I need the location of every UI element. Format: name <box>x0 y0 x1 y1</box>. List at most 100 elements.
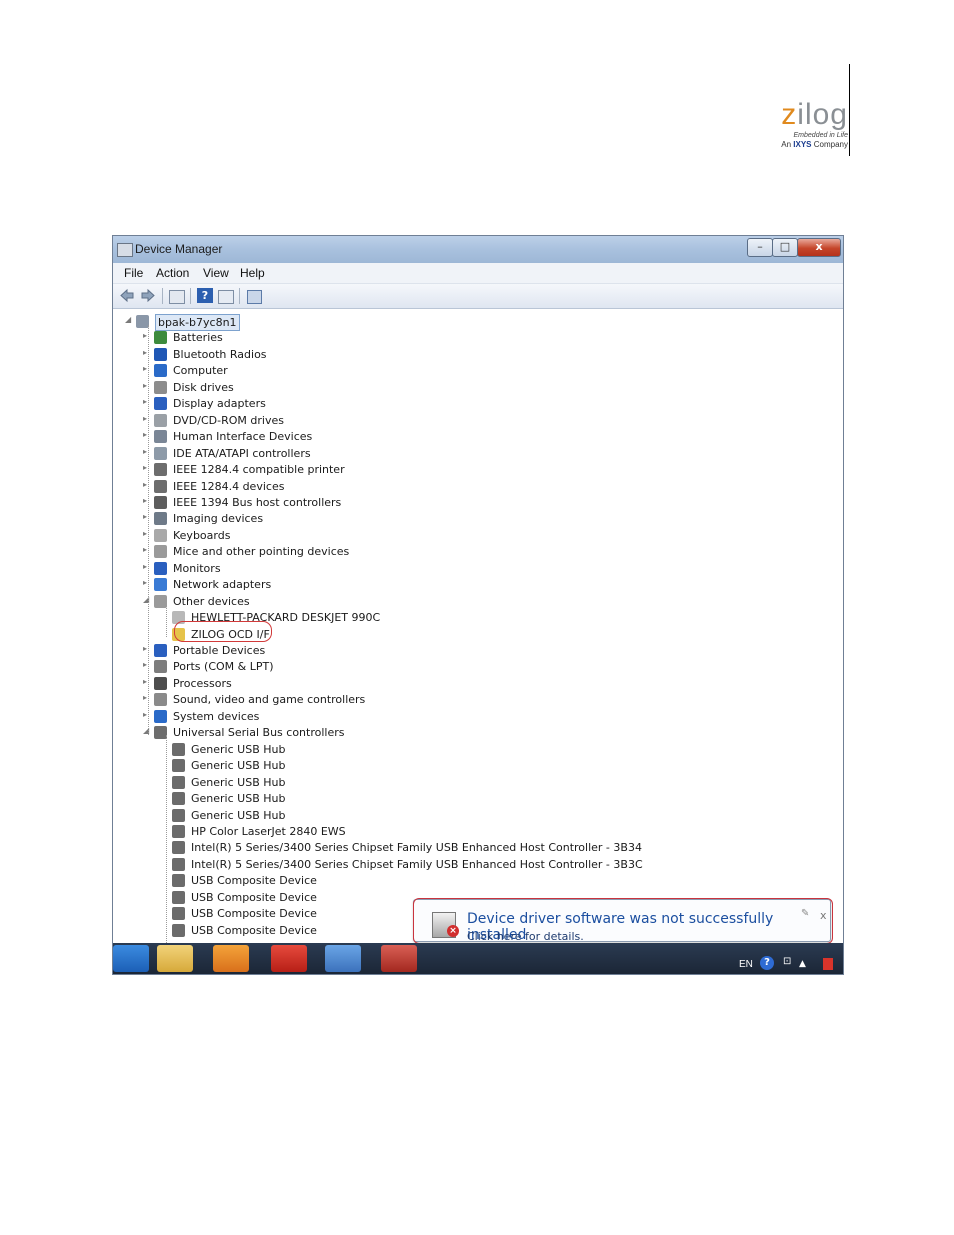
category-row[interactable]: ◢ Universal Serial Bus controllers <box>113 725 813 741</box>
category-row[interactable]: ▸ IEEE 1284.4 compatible printer <box>113 462 813 478</box>
toolbox-icon[interactable] <box>381 945 417 972</box>
forward-arrow-icon[interactable] <box>140 288 156 303</box>
tree-item-label: Imaging devices <box>173 512 264 526</box>
usb-device-row[interactable]: Generic USB Hub <box>113 791 813 807</box>
expand-arrow-icon[interactable]: ▸ <box>143 496 151 505</box>
tree-item-label: IDE ATA/ATAPI controllers <box>173 446 311 460</box>
category-row[interactable]: ▸ Keyboards <box>113 528 813 544</box>
category-row[interactable]: ▸ Computer <box>113 363 813 379</box>
category-row[interactable]: ▸ Mice and other pointing devices <box>113 544 813 560</box>
category-row[interactable]: ▸ Imaging devices <box>113 511 813 527</box>
category-row[interactable]: ▸ Batteries <box>113 330 813 346</box>
category-row[interactable]: ▸ Sound, video and game controllers <box>113 692 813 708</box>
close-button[interactable]: x <box>797 238 841 257</box>
back-arrow-icon[interactable] <box>119 288 135 303</box>
tree-item-label: Bluetooth Radios <box>173 347 267 361</box>
language-indicator[interactable]: EN <box>739 959 753 970</box>
tray-help-icon[interactable]: ? <box>760 956 774 970</box>
tree-item-label: USB Composite Device <box>191 923 317 937</box>
expand-arrow-icon[interactable]: ▸ <box>143 397 151 406</box>
usb-device-row[interactable]: Generic USB Hub <box>113 775 813 791</box>
category-row[interactable]: ▸ Portable Devices <box>113 643 813 659</box>
collapse-arrow-icon[interactable]: ◢ <box>143 595 151 604</box>
usb-device-row[interactable]: USB Composite Device <box>113 873 813 889</box>
outlook-icon[interactable] <box>213 945 249 972</box>
category-row[interactable]: ▸ DVD/CD-ROM drives <box>113 413 813 429</box>
usb-device-row[interactable]: Intel(R) 5 Series/3400 Series Chipset Fa… <box>113 857 813 873</box>
internet-explorer-icon[interactable] <box>113 945 149 972</box>
collapse-arrow-icon[interactable]: ◢ <box>143 726 151 735</box>
tray-arrow-icon[interactable]: ▲ <box>799 959 806 969</box>
usb-device-row[interactable]: HP Color LaserJet 2840 EWS <box>113 824 813 840</box>
category-row[interactable]: ▸ Processors <box>113 676 813 692</box>
category-row[interactable]: ▸ Bluetooth Radios <box>113 347 813 363</box>
expand-arrow-icon[interactable]: ▸ <box>143 644 151 653</box>
menu-help[interactable]: Help <box>240 266 265 280</box>
category-row[interactable]: ▸ Network adapters <box>113 577 813 593</box>
network-icon[interactable]: ⊡ <box>783 956 791 967</box>
expand-arrow-icon[interactable]: ▸ <box>143 562 151 571</box>
expand-arrow-icon[interactable]: ▸ <box>143 447 151 456</box>
expand-arrow-icon[interactable]: ▸ <box>143 430 151 439</box>
usb-device-row[interactable]: Generic USB Hub <box>113 742 813 758</box>
minimize-button[interactable]: – <box>747 238 773 257</box>
highlight-outline <box>413 898 833 944</box>
expand-arrow-icon[interactable]: ▸ <box>143 512 151 521</box>
tree-item-label: bpak-b7yc8n1 <box>155 314 240 331</box>
properties-icon[interactable] <box>169 290 185 304</box>
menu-view[interactable]: View <box>203 266 229 280</box>
expand-arrow-icon[interactable]: ▸ <box>143 677 151 686</box>
maximize-button[interactable]: □ <box>772 238 798 257</box>
expand-arrow-icon[interactable]: ▸ <box>143 660 151 669</box>
device-category-icon <box>154 413 167 427</box>
title-bar[interactable]: Device Manager – □ x <box>113 236 843 263</box>
category-row[interactable]: ▸ IEEE 1394 Bus host controllers <box>113 495 813 511</box>
tree-connector-line <box>148 325 149 735</box>
expand-arrow-icon[interactable]: ▸ <box>143 414 151 423</box>
expand-arrow-icon[interactable]: ▸ <box>143 693 151 702</box>
usb-device-row[interactable]: Intel(R) 5 Series/3400 Series Chipset Fa… <box>113 840 813 856</box>
device-manager-window: Device Manager – □ x File Action View He… <box>112 235 844 975</box>
menu-action[interactable]: Action <box>156 266 189 280</box>
expand-arrow-icon[interactable]: ▸ <box>143 364 151 373</box>
category-row[interactable]: ▸ Ports (COM & LPT) <box>113 659 813 675</box>
device-category-icon <box>172 808 185 822</box>
tree-root[interactable]: ◢ bpak-b7yc8n1 <box>113 314 813 331</box>
expand-arrow-icon[interactable]: ▸ <box>143 331 151 340</box>
category-row[interactable]: ▸ IEEE 1284.4 devices <box>113 479 813 495</box>
menu-file[interactable]: File <box>124 266 143 280</box>
expand-arrow-icon[interactable]: ▸ <box>143 710 151 719</box>
expand-arrow-icon[interactable]: ▸ <box>143 463 151 472</box>
expand-arrow-icon[interactable]: ▸ <box>143 578 151 587</box>
device-category-icon <box>154 430 167 444</box>
device-category-icon <box>154 709 167 723</box>
category-row[interactable]: ▸ Display adapters <box>113 396 813 412</box>
expand-arrow-icon[interactable]: ▸ <box>143 480 151 489</box>
collapse-arrow-icon[interactable]: ◢ <box>125 315 133 324</box>
help-icon[interactable]: ? <box>197 288 213 303</box>
category-row[interactable]: ▸ Human Interface Devices <box>113 429 813 445</box>
acrobat-icon[interactable] <box>271 945 307 972</box>
toolbar-separator <box>239 288 240 304</box>
usb-device-row[interactable]: Generic USB Hub <box>113 808 813 824</box>
category-row[interactable]: ▸ System devices <box>113 709 813 725</box>
view-icon[interactable] <box>218 290 234 304</box>
action-center-icon[interactable] <box>823 958 833 970</box>
window-title: Device Manager <box>135 242 223 256</box>
tree-item-label: USB Composite Device <box>191 890 317 904</box>
usb-device-row[interactable]: Generic USB Hub <box>113 758 813 774</box>
device-category-icon <box>154 463 167 477</box>
device-category-icon <box>154 561 167 575</box>
expand-arrow-icon[interactable]: ▸ <box>143 545 151 554</box>
expand-arrow-icon[interactable]: ▸ <box>143 529 151 538</box>
expand-arrow-icon[interactable]: ▸ <box>143 348 151 357</box>
expand-arrow-icon[interactable]: ▸ <box>143 381 151 390</box>
category-row[interactable]: ▸ Disk drives <box>113 380 813 396</box>
category-row[interactable]: ◢ Other devices <box>113 594 813 610</box>
tree-item-label: Generic USB Hub <box>191 742 286 756</box>
category-row[interactable]: ▸ Monitors <box>113 561 813 577</box>
control-panel-icon[interactable] <box>325 945 361 972</box>
scan-hardware-icon[interactable] <box>247 290 262 304</box>
category-row[interactable]: ▸ IDE ATA/ATAPI controllers <box>113 446 813 462</box>
file-explorer-icon[interactable] <box>157 945 193 972</box>
